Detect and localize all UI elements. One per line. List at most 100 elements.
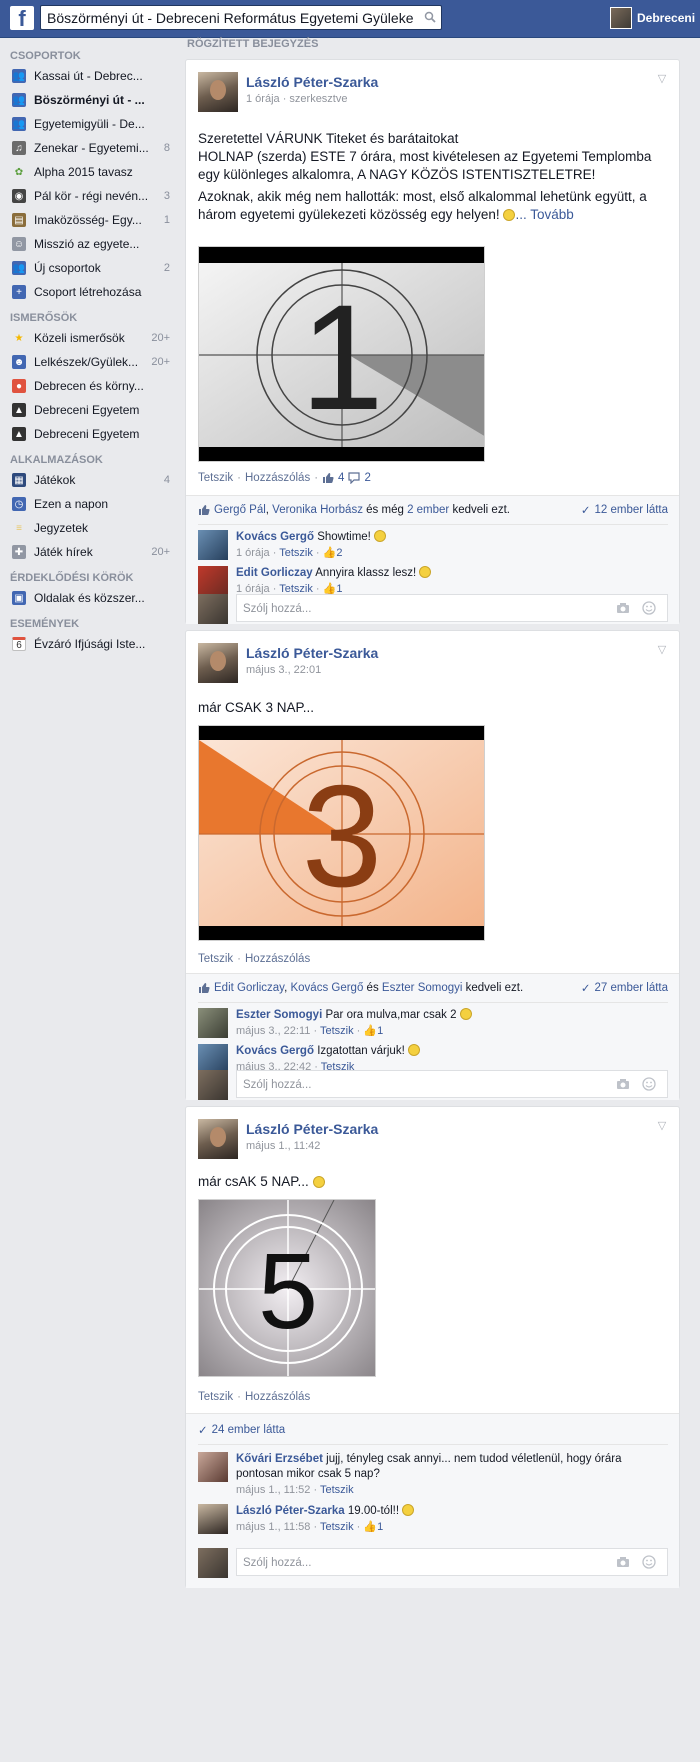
chevron-down-icon[interactable]: ▽ bbox=[654, 643, 670, 657]
sidebar-item[interactable]: ✚ Játék hírek 20+ bbox=[0, 540, 180, 564]
sidebar-item[interactable]: 👥 Kassai út - Debrec... bbox=[0, 64, 180, 88]
camera-icon[interactable] bbox=[616, 1078, 630, 1090]
chevron-down-icon[interactable]: ▽ bbox=[654, 72, 670, 86]
liker-link[interactable]: Veronika Horbász bbox=[272, 504, 363, 516]
like-link[interactable]: Tetszik bbox=[198, 472, 233, 484]
camera-icon[interactable] bbox=[616, 602, 630, 614]
post-timestamp[interactable]: május 3., 22:01 bbox=[246, 664, 321, 676]
like-count[interactable]: 4 bbox=[338, 472, 344, 484]
emoticon-icon[interactable] bbox=[642, 1555, 656, 1569]
location-icon: ● bbox=[12, 379, 26, 393]
author-avatar[interactable] bbox=[198, 72, 238, 112]
post-image[interactable]: 5 bbox=[198, 1199, 376, 1377]
search-input[interactable]: Böszörményi út - Debreceni Református Eg… bbox=[40, 5, 442, 30]
sidebar-item[interactable]: ★ Közeli ismerősök 20+ bbox=[0, 326, 180, 350]
sidebar-item[interactable]: ☻ Lelkészek/Gyülek... 20+ bbox=[0, 350, 180, 374]
liker-link[interactable]: Kovács Gergő bbox=[290, 982, 363, 994]
likes-summary: ✓ 24 ember látta bbox=[198, 1420, 668, 1440]
sidebar-item[interactable]: ▦ Játékok 4 bbox=[0, 468, 180, 492]
comment-like-link[interactable]: Tetszik bbox=[320, 1484, 354, 1496]
smiley-icon bbox=[407, 1044, 420, 1056]
post-timestamp[interactable]: május 1., 11:42 bbox=[246, 1140, 320, 1152]
comment: Kovács Gergő Showtime! 1 órája · Tetszik… bbox=[198, 528, 668, 562]
author-avatar[interactable] bbox=[198, 1119, 238, 1159]
author-avatar[interactable] bbox=[198, 643, 238, 683]
seen-count[interactable]: ✓ 12 ember látta bbox=[581, 503, 668, 517]
commenter-avatar[interactable] bbox=[198, 530, 228, 560]
comment-input[interactable]: Szólj hozzá... bbox=[236, 1070, 668, 1098]
author-name-link[interactable]: László Péter-Szarka bbox=[246, 1121, 378, 1137]
search-icon[interactable] bbox=[424, 11, 436, 23]
user-avatar bbox=[198, 594, 228, 624]
like-link[interactable]: Tetszik bbox=[198, 953, 233, 965]
post-image[interactable]: 3 bbox=[198, 725, 485, 941]
book-icon: ▤ bbox=[12, 213, 26, 227]
comment-like-link[interactable]: Tetszik bbox=[320, 1025, 354, 1037]
sidebar-item[interactable]: 6 Évzáró Ifjúsági Iste... bbox=[0, 632, 180, 656]
sidebar-item[interactable]: ≡ Jegyzetek bbox=[0, 516, 180, 540]
friends-icon: ☻ bbox=[12, 355, 26, 369]
commenter-avatar[interactable] bbox=[198, 566, 228, 596]
sidebar-item[interactable]: ☺ Misszió az egyete... bbox=[0, 232, 180, 256]
seen-count[interactable]: ✓ 27 ember látta bbox=[581, 981, 668, 995]
like-link[interactable]: Tetszik bbox=[198, 1391, 233, 1403]
emoticon-icon[interactable] bbox=[642, 1077, 656, 1091]
comment-like-link[interactable]: Tetszik bbox=[320, 1521, 354, 1533]
comment-count[interactable]: 2 bbox=[364, 472, 370, 484]
sidebar-item[interactable]: 👥 Új csoportok 2 bbox=[0, 256, 180, 280]
commenter-avatar[interactable] bbox=[198, 1008, 228, 1038]
post-text: már CSAK 3 NAP... bbox=[198, 700, 315, 715]
post-timestamp[interactable]: 1 órája · szerkesztve bbox=[246, 93, 347, 105]
profile-link[interactable]: Debreceni bbox=[610, 6, 695, 30]
sidebar-item[interactable]: ◉ Pál kör - régi nevén... 3 bbox=[0, 184, 180, 208]
post-card: László Péter-Szarka 1 órája · szerkesztv… bbox=[185, 59, 680, 624]
sidebar-item[interactable]: ▤ Imaközösség- Egy... 1 bbox=[0, 208, 180, 232]
sidebar-item[interactable]: ▲ Debreceni Egyetem bbox=[0, 398, 180, 422]
post-image[interactable]: 1 bbox=[198, 246, 485, 462]
sidebar-item[interactable]: ● Debrecen és körny... bbox=[0, 374, 180, 398]
commenter-name[interactable]: Kovács Gergő bbox=[236, 531, 314, 543]
chevron-down-icon[interactable]: ▽ bbox=[654, 1119, 670, 1133]
author-name-link[interactable]: László Péter-Szarka bbox=[246, 74, 378, 90]
commenter-name[interactable]: László Péter-Szarka bbox=[236, 1505, 345, 1517]
commenter-name[interactable]: Eszter Somogyi bbox=[236, 1009, 322, 1021]
sidebar-item-label: Debreceni Egyetem bbox=[34, 403, 140, 417]
user-avatar bbox=[198, 1548, 228, 1578]
camera-icon[interactable] bbox=[616, 1556, 630, 1568]
music-icon: ♫ bbox=[12, 141, 26, 155]
liker-link[interactable]: Gergő Pál bbox=[214, 504, 266, 516]
sidebar-item[interactable]: ▣ Oldalak és közszer... bbox=[0, 586, 180, 610]
comment-link[interactable]: Hozzászólás bbox=[245, 1391, 310, 1403]
graduation-icon: ▲ bbox=[12, 403, 26, 417]
sidebar-item[interactable]: 👥 Böszörményi út - ... bbox=[0, 88, 180, 112]
commenter-avatar[interactable] bbox=[198, 1452, 228, 1482]
sidebar-item[interactable]: ◷ Ezen a napon bbox=[0, 492, 180, 516]
commenter-name[interactable]: Edit Gorliczay bbox=[236, 567, 313, 579]
liker-link[interactable]: Eszter Somogyi bbox=[382, 982, 463, 994]
divider bbox=[198, 1444, 668, 1445]
comment: László Péter-Szarka 19.00-tól!! május 1.… bbox=[198, 1502, 668, 1536]
comment-like-link[interactable]: Tetszik bbox=[279, 547, 313, 559]
facebook-logo-icon[interactable]: f bbox=[10, 6, 34, 31]
comment-input[interactable]: Szólj hozzá... bbox=[236, 594, 668, 622]
smiley-icon bbox=[312, 1176, 325, 1188]
liker-link[interactable]: Edit Gorliczay bbox=[214, 982, 284, 994]
sidebar-item[interactable]: 👥 Egyetemigyüli - De... bbox=[0, 112, 180, 136]
post-card: László Péter-Szarka május 1., 11:42 ▽ má… bbox=[185, 1106, 680, 1588]
see-more-link[interactable]: ... Tovább bbox=[515, 207, 573, 222]
comment-link[interactable]: Hozzászólás bbox=[245, 472, 310, 484]
sidebar-item[interactable]: ▲ Debreceni Egyetem bbox=[0, 422, 180, 446]
author-name-link[interactable]: László Péter-Szarka bbox=[246, 645, 378, 661]
commenter-name[interactable]: Kővári Erzsébet bbox=[236, 1453, 323, 1465]
liker-link[interactable]: 2 ember bbox=[407, 504, 449, 516]
commenter-name[interactable]: Kovács Gergő bbox=[236, 1045, 314, 1057]
emoticon-icon[interactable] bbox=[642, 601, 656, 615]
sidebar-item[interactable]: ♫ Zenekar - Egyetemi... 8 bbox=[0, 136, 180, 160]
commenter-avatar[interactable] bbox=[198, 1504, 228, 1534]
comment-input[interactable]: Szólj hozzá... bbox=[236, 1548, 668, 1576]
thumbs-up-icon bbox=[199, 983, 210, 993]
sidebar-item[interactable]: + Csoport létrehozása bbox=[0, 280, 180, 304]
seen-count[interactable]: ✓ 24 ember látta bbox=[198, 1423, 285, 1437]
comment-link[interactable]: Hozzászólás bbox=[245, 953, 310, 965]
sidebar-item[interactable]: ✿ Alpha 2015 tavasz bbox=[0, 160, 180, 184]
